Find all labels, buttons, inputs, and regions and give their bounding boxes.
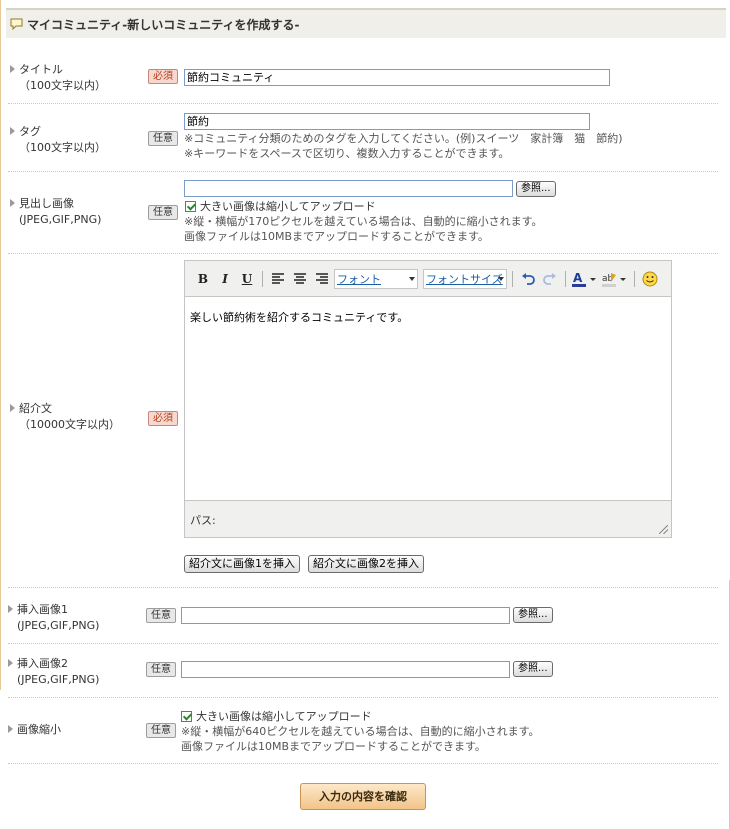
toolbar-separator [565, 270, 566, 287]
underline-icon[interactable]: U [237, 269, 257, 289]
optional-badge: 任意 [146, 608, 176, 623]
editor-content-area[interactable]: 楽しい節約術を紹介するコミュニティです。 [185, 297, 671, 500]
triangle-icon [8, 725, 13, 733]
title-input[interactable]: 節約コミュニティ [184, 69, 610, 86]
resize-grip-icon[interactable] [659, 525, 668, 534]
shrink-note-2: 画像ファイルは10MBまでアップロードすることができます。 [181, 740, 486, 753]
shrink-image-checkbox[interactable]: 大きい画像は縮小してアップロード [181, 708, 372, 724]
tag-input[interactable]: 節約 [184, 113, 590, 130]
chevron-down-icon [409, 276, 415, 281]
header-image-shrink-checkbox[interactable]: 大きい画像は縮小してアップロード [185, 198, 376, 214]
path-label: パス: [190, 514, 216, 527]
insert-image1-row: 挿入画像1 (JPEG,GIF,PNG) 任意 参照... [8, 588, 718, 644]
required-badge: 必須 [148, 411, 178, 426]
toolbar-separator [634, 270, 635, 287]
insert-image1-label: 挿入画像1 (JPEG,GIF,PNG) [8, 602, 99, 634]
toolbar-separator [512, 270, 513, 287]
checkbox-checked-icon[interactable] [181, 710, 192, 722]
required-badge: 必須 [148, 69, 178, 84]
insert-image2-file-input[interactable] [181, 661, 510, 678]
insert-image1-file-input[interactable] [181, 607, 510, 624]
insert-image2-label: 挿入画像2 (JPEG,GIF,PNG) [8, 656, 99, 688]
speech-bubble-icon [10, 18, 23, 31]
insert-image1-button[interactable]: 紹介文に画像1を挿入 [184, 555, 300, 573]
tag-row: タグ （100文字以内） 任意 節約 ※コミュニティ分類のためのタグを入力してく… [8, 104, 718, 172]
title-row: タイトル （100文字以内） 必須 節約コミュニティ [8, 56, 718, 104]
undo-icon[interactable] [518, 269, 538, 289]
editor-status-bar: パス: [185, 500, 671, 537]
triangle-icon [10, 65, 15, 73]
header-image-row: 見出し画像 (JPEG,GIF,PNG) 任意 参照... 大きい画像は縮小して… [8, 172, 718, 254]
text-color-icon[interactable]: A [571, 269, 599, 289]
highlight-color-icon[interactable]: ab [601, 269, 629, 289]
title-label: タイトル （100文字以内） [10, 62, 106, 94]
insert-image2-button[interactable]: 紹介文に画像2を挿入 [308, 555, 424, 573]
tag-note-2: ※キーワードをスペースで区切り、複数入力することができます。 [184, 147, 510, 160]
optional-badge: 任意 [148, 131, 178, 146]
shrink-note-1: ※縦・横幅が640ピクセルを越えている場合は、自動的に縮小されます。 [181, 725, 540, 738]
shrink-image-label: 画像縮小 [8, 722, 61, 738]
insert-image2-browse-button[interactable]: 参照... [513, 661, 553, 677]
page-header: マイコミュニティ-新しいコミュニティを作成する- [6, 8, 726, 38]
optional-badge: 任意 [146, 723, 176, 738]
page-title: マイコミュニティ-新しいコミュニティを作成する- [27, 17, 300, 32]
triangle-icon [8, 605, 13, 613]
triangle-icon [10, 404, 15, 412]
align-right-icon[interactable] [312, 269, 332, 289]
align-center-icon[interactable] [290, 269, 310, 289]
rich-text-editor: B I U フォント フォントサイズ A ab 楽しい節約術を紹介するコミュニテ… [184, 260, 672, 538]
editor-toolbar: B I U フォント フォントサイズ A ab [185, 261, 671, 297]
italic-icon[interactable]: I [215, 269, 235, 289]
toolbar-separator [262, 270, 263, 287]
redo-icon[interactable] [540, 269, 560, 289]
tag-note-1: ※コミュニティ分類のためのタグを入力してください。(例)スイーツ 家計簿 猫 節… [184, 132, 623, 145]
font-select[interactable]: フォント [334, 268, 418, 289]
header-image-note-1: ※縦・横幅が170ピクセルを越えている場合は、自動的に縮小されます。 [184, 215, 543, 228]
insert-image2-row: 挿入画像2 (JPEG,GIF,PNG) 任意 参照... [8, 644, 718, 698]
font-size-select[interactable]: フォントサイズ [423, 268, 507, 289]
triangle-icon [10, 199, 15, 207]
left-frame-border [0, 0, 4, 690]
header-image-note-2: 画像ファイルは10MBまでアップロードすることができます。 [184, 230, 489, 243]
emoticon-icon[interactable] [640, 269, 660, 289]
svg-text:A: A [573, 271, 583, 285]
triangle-icon [8, 659, 13, 667]
checkbox-checked-icon[interactable] [185, 200, 196, 212]
optional-badge: 任意 [148, 205, 178, 220]
align-left-icon[interactable] [268, 269, 288, 289]
insert-image1-browse-button[interactable]: 参照... [513, 607, 553, 623]
header-image-file-input[interactable] [184, 180, 513, 197]
header-image-label: 見出し画像 (JPEG,GIF,PNG) [10, 196, 101, 228]
confirm-button[interactable]: 入力の内容を確認 [300, 783, 426, 810]
bold-icon[interactable]: B [193, 269, 213, 289]
chevron-down-icon [498, 276, 504, 281]
intro-label: 紹介文 （10000文字以内） [10, 401, 120, 433]
triangle-icon [10, 127, 15, 135]
tag-label: タグ （100文字以内） [10, 124, 106, 156]
shrink-image-row: 画像縮小 任意 大きい画像は縮小してアップロード ※縦・横幅が640ピクセルを越… [8, 698, 718, 764]
header-image-browse-button[interactable]: 参照... [516, 181, 556, 197]
optional-badge: 任意 [146, 662, 176, 677]
